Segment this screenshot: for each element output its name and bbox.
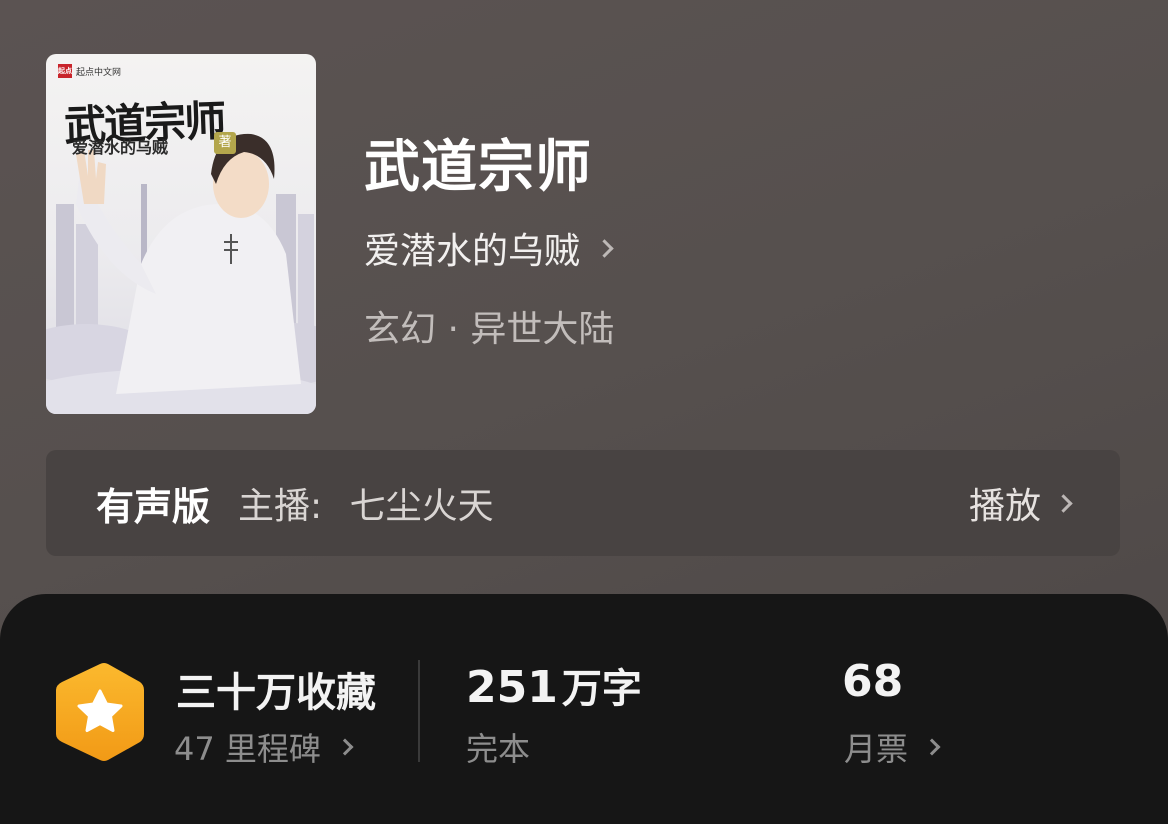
play-button[interactable]: 播放 [968,477,1073,529]
audio-host-label: 主播: [238,486,323,527]
word-count-unit: 万字 [561,666,642,712]
monthly-tickets-label: 月票 [844,730,909,768]
book-genre[interactable]: 玄幻 · 异世大陆 [364,300,614,352]
cover-author-mark: 著 [214,132,236,154]
play-label: 播放 [968,486,1041,527]
book-title: 武道宗师 [364,135,592,200]
chevron-right-icon [1054,493,1073,513]
word-count-number: 251 [466,662,558,713]
chevron-right-icon [923,738,941,756]
audio-version-bar[interactable]: 有声版 主播: 七尘火天 播放 [46,450,1120,556]
audio-host-name: 七尘火天 [349,486,494,527]
completion-status-label: 完本 [466,730,531,768]
milestones-label: 47 里程碑 [174,730,321,768]
audio-host: 主播: 七尘火天 [238,477,494,529]
stats-divider [418,660,420,762]
chevron-right-icon [336,738,354,756]
publisher-logo: 起点 起点中文网 [58,64,121,78]
author-name: 爱潜水的乌贼 [364,231,581,272]
cover-author: 爱潜水的乌贼 [72,138,169,157]
milestones-link[interactable]: 47 里程碑 [174,724,354,770]
completion-status: 完本 [466,724,530,770]
word-count: 251 万字 [466,656,642,714]
audio-version-title: 有声版 [96,484,211,529]
collections-count: 三十万收藏 [176,670,376,716]
monthly-tickets-link[interactable]: 月票 [844,724,941,770]
publisher-logo-mark: 起点 [58,64,72,78]
book-cover[interactable]: 起点 起点中文网 武道宗师 爱潜水的乌贼 著 [46,54,316,414]
monthly-tickets-count: 68 [842,656,904,707]
chevron-right-icon [595,238,614,258]
star-icon [56,663,144,761]
publisher-name: 起点中文网 [76,67,122,78]
author-link[interactable]: 爱潜水的乌贼 [364,222,614,274]
